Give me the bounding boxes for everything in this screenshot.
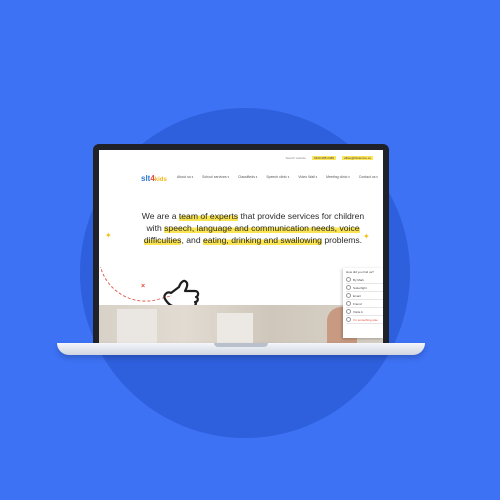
- radio-icon: [346, 277, 351, 282]
- survey-option[interactable]: Email: [346, 292, 383, 300]
- nav-item-about[interactable]: About us: [177, 175, 193, 179]
- radio-icon: [346, 285, 351, 290]
- radio-icon: [346, 301, 351, 306]
- survey-option[interactable]: Sutterfight: [346, 284, 383, 292]
- highlight-eating: eating, drinking and swallowing: [203, 235, 322, 245]
- nav-item-school-services[interactable]: School services: [202, 175, 229, 179]
- survey-popup: How did you find us? By Mark Sutterfight…: [343, 268, 383, 338]
- top-contact-bar: Search website 0330 088 2489 office@thin…: [285, 155, 373, 161]
- survey-question: How did you find us?: [346, 270, 374, 274]
- radio-icon: [346, 317, 351, 322]
- sparkle-icon: ✦: [105, 231, 112, 240]
- survey-option-other[interactable]: I'm something else: [346, 316, 383, 324]
- radio-icon: [346, 293, 351, 298]
- site-logo[interactable]: slt 4 kids: [141, 174, 167, 183]
- laptop-notch: [214, 343, 268, 347]
- nav-item-speech-clinic[interactable]: Speech clinic: [266, 175, 289, 179]
- nav-item-contact[interactable]: Contact us: [359, 175, 378, 179]
- main-nav: About us School services Classifieds Spe…: [177, 175, 378, 179]
- x-mark-icon: ×: [141, 283, 146, 290]
- radio-icon: [346, 309, 351, 314]
- survey-option[interactable]: Visits A: [346, 308, 383, 316]
- highlight-team: team of experts: [178, 211, 239, 221]
- nav-item-classifieds[interactable]: Classifieds: [238, 175, 257, 179]
- hero-statement: We are a team of experts that provide se…: [141, 211, 365, 245]
- survey-option[interactable]: By Mark: [346, 276, 383, 284]
- hero-photo: [99, 305, 383, 343]
- photo-frame: [217, 313, 253, 343]
- photo-frame: [117, 309, 157, 343]
- survey-option[interactable]: Friend: [346, 300, 383, 308]
- nav-item-video-wall[interactable]: Video Wall: [298, 175, 317, 179]
- nav-item-meeting-clinic[interactable]: Meeting clinic: [326, 175, 350, 179]
- search-link[interactable]: Search website: [285, 156, 306, 160]
- email-link[interactable]: office@thinkmine.co: [341, 156, 373, 160]
- phone-link[interactable]: 0330 088 2489: [311, 156, 336, 160]
- laptop-screen: Search website 0330 088 2489 office@thin…: [99, 150, 383, 343]
